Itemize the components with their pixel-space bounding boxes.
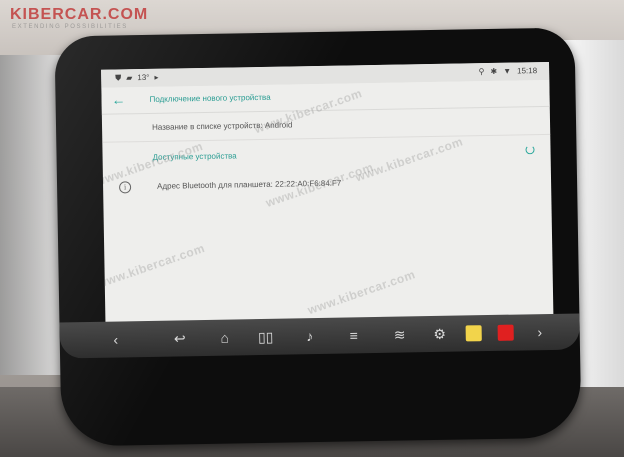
- clock-text: 15:18: [517, 66, 538, 76]
- device-name-label: Название в списке устройств: Android: [151, 120, 293, 132]
- wifi-signal-icon: ▼: [503, 66, 512, 76]
- recent-apps-icon[interactable]: ▯▯: [256, 327, 276, 347]
- temperature-text: 13°: [137, 72, 150, 83]
- youtube-icon[interactable]: [497, 324, 514, 341]
- menu-icon[interactable]: ≡: [344, 325, 364, 345]
- available-devices-label: Доступные устройства: [152, 151, 237, 162]
- available-devices-row: Доступные устройства: [102, 134, 550, 172]
- site-tagline: EXTENDING POSSIBILITIES: [12, 24, 128, 30]
- screen: ⛊ ▰ 13° ▸ ⚲ ✱ ▼ 15:18 ← Подключение ново…: [101, 61, 554, 342]
- page-title: Подключение нового устройства: [149, 92, 271, 104]
- back-arrow-icon[interactable]: ←: [111, 91, 125, 107]
- wifi-icon[interactable]: ≋: [390, 324, 410, 344]
- bluetooth-address-label: Адрес Bluetooth для планшета: 22:22:A0:F…: [157, 178, 342, 191]
- status-left: ⛊ ▰ 13° ▸: [115, 73, 158, 83]
- settings-icon[interactable]: ⚙: [430, 324, 450, 344]
- shield-icon: ⛊: [115, 73, 122, 83]
- watermark-6: www.kibercar.com: [305, 267, 418, 318]
- loading-spinner-icon: [525, 145, 535, 155]
- status-right: ⚲ ✱ ▼ 15:18: [479, 66, 538, 76]
- photo: KIBERCAR.COM EXTENDING POSSIBILITIES ⛊ ▰…: [0, 0, 624, 457]
- location-icon: ⚲: [478, 67, 485, 77]
- navigation-app-icon[interactable]: [465, 325, 482, 342]
- bluetooth-address-row: i Адрес Bluetooth для планшета: 22:22:A0…: [103, 166, 551, 204]
- volume-icon[interactable]: ♪: [300, 326, 320, 346]
- site-logo: KIBERCAR.COM: [10, 6, 149, 23]
- bluetooth-icon: ✱: [490, 66, 498, 76]
- head-unit: ⛊ ▰ 13° ▸ ⚲ ✱ ▼ 15:18 ← Подключение ново…: [54, 27, 582, 447]
- back-icon[interactable]: ↩: [170, 328, 190, 348]
- image-icon: ▰: [126, 73, 133, 83]
- info-icon: i: [119, 181, 132, 194]
- watermark-5: www.kibercar.com: [101, 240, 207, 291]
- media-icon: ▸: [154, 72, 159, 82]
- chevron-right-icon[interactable]: ›: [530, 322, 550, 342]
- home-icon[interactable]: ⌂: [215, 327, 235, 347]
- chevron-left-icon[interactable]: ‹: [106, 329, 126, 349]
